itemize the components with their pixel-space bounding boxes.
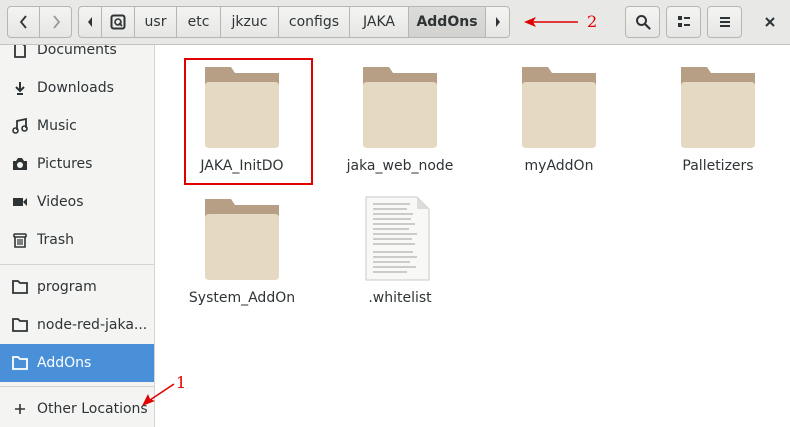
pathbar-crumb-jaka[interactable]: JAKA — [350, 6, 409, 38]
sidebar-item-node-red-jaka[interactable]: node-red-jaka... — [0, 306, 154, 344]
sidebar-item-label: program — [37, 279, 97, 295]
sidebar-item-videos[interactable]: Videos — [0, 183, 154, 221]
pathbar-crumb-addons[interactable]: AddOns — [409, 6, 486, 38]
sidebar-item-label: Downloads — [37, 80, 114, 96]
sidebar-item-label: Trash — [37, 232, 74, 248]
sidebar-item-label: Pictures — [37, 156, 93, 172]
drive-icon — [110, 14, 126, 30]
crumb-label: JAKA — [363, 14, 395, 30]
sidebar-item-addons[interactable]: AddOns — [0, 344, 154, 382]
back-button[interactable] — [7, 6, 40, 38]
folder-icon — [681, 67, 755, 148]
sidebar-item-label: Other Locations — [37, 401, 148, 417]
document-icon — [11, 45, 29, 58]
pathbar-root-button[interactable] — [102, 6, 135, 38]
sidebar-item-label: Music — [37, 118, 77, 134]
sidebar-item-other-locations[interactable]: Other Locations — [0, 390, 154, 427]
trash-icon — [11, 232, 29, 248]
sidebar-item-documents[interactable]: Documents — [0, 45, 154, 69]
pathbar-crumb-configs[interactable]: configs — [279, 6, 350, 38]
crumb-label: usr — [144, 14, 167, 30]
folder-icon — [363, 67, 437, 148]
crumb-label: configs — [288, 14, 340, 30]
file-item-whitelist[interactable]: .whitelist — [325, 196, 475, 306]
header-bar: usr etc jkzuc configs JAKA AddOns — [0, 0, 790, 45]
folder-icon — [11, 318, 29, 332]
folder-icon — [11, 356, 29, 370]
pathbar-scroll-right-button[interactable] — [486, 6, 510, 38]
sidebar-item-label: Documents — [37, 45, 117, 58]
search-icon — [635, 15, 651, 30]
folder-icon — [11, 280, 29, 294]
view-options-icon — [677, 16, 690, 27]
pathbar-crumb-etc[interactable]: etc — [177, 6, 221, 38]
sidebar-item-downloads[interactable]: Downloads — [0, 69, 154, 107]
forward-button[interactable] — [39, 6, 72, 38]
sidebar-divider — [0, 264, 154, 265]
folder-icon — [205, 199, 279, 280]
file-item-myaddon[interactable]: myAddOn — [484, 64, 634, 174]
annotation-arrow-2 — [524, 17, 578, 27]
folder-icon — [522, 67, 596, 148]
file-name: .whitelist — [368, 290, 432, 306]
file-name: Palletizers — [682, 158, 754, 174]
sidebar-item-pictures[interactable]: Pictures — [0, 145, 154, 183]
breadcrumb: usr etc jkzuc configs JAKA AddOns — [78, 6, 510, 38]
plus-icon — [11, 403, 29, 415]
crumb-label: jkzuc — [231, 14, 268, 30]
pathbar-crumb-usr[interactable]: usr — [135, 6, 177, 38]
pathbar-crumb-jkzuc[interactable]: jkzuc — [221, 6, 279, 38]
chevron-right-icon — [52, 15, 60, 29]
chevron-left-icon — [19, 15, 27, 29]
music-icon — [11, 118, 29, 134]
sidebar-item-label: Videos — [37, 194, 84, 210]
download-icon — [11, 80, 29, 96]
camera-icon — [11, 157, 29, 171]
pathbar-scroll-left-button[interactable] — [78, 6, 102, 38]
sidebar-item-label: node-red-jaka... — [37, 317, 148, 333]
annotation-label-2: 2 — [587, 12, 598, 31]
file-name: System_AddOn — [188, 290, 296, 306]
chevron-left-icon — [88, 17, 92, 27]
sidebar-item-program[interactable]: program — [0, 268, 154, 306]
annotation-label-1: 1 — [176, 373, 187, 392]
sidebar-item-label: AddOns — [37, 355, 92, 371]
view-options-button[interactable] — [666, 6, 701, 38]
crumb-label: AddOns — [416, 14, 478, 30]
file-item-palletizers[interactable]: Palletizers — [643, 64, 790, 174]
crumb-label: etc — [187, 14, 210, 30]
file-item-jaka-web-node[interactable]: jaka_web_node — [325, 64, 475, 174]
close-button[interactable] — [756, 6, 784, 38]
file-item-system-addon[interactable]: System_AddOn — [167, 196, 317, 306]
hamburger-menu-icon — [719, 17, 730, 27]
sidebar-divider — [0, 386, 154, 387]
file-name: myAddOn — [524, 158, 594, 174]
close-icon — [765, 17, 775, 27]
file-name: jaka_web_node — [346, 158, 454, 174]
places-sidebar: Documents Downloads Music Pictures Video… — [0, 45, 155, 427]
sidebar-item-music[interactable]: Music — [0, 107, 154, 145]
sidebar-item-trash[interactable]: Trash — [0, 221, 154, 259]
annotation-arrow-1 — [142, 383, 175, 406]
main-menu-button[interactable] — [707, 6, 742, 38]
chevron-right-icon — [495, 17, 500, 27]
annotation-highlight-box — [184, 58, 313, 185]
text-file-icon — [365, 196, 430, 281]
video-icon — [11, 196, 29, 208]
search-button[interactable] — [625, 6, 660, 38]
